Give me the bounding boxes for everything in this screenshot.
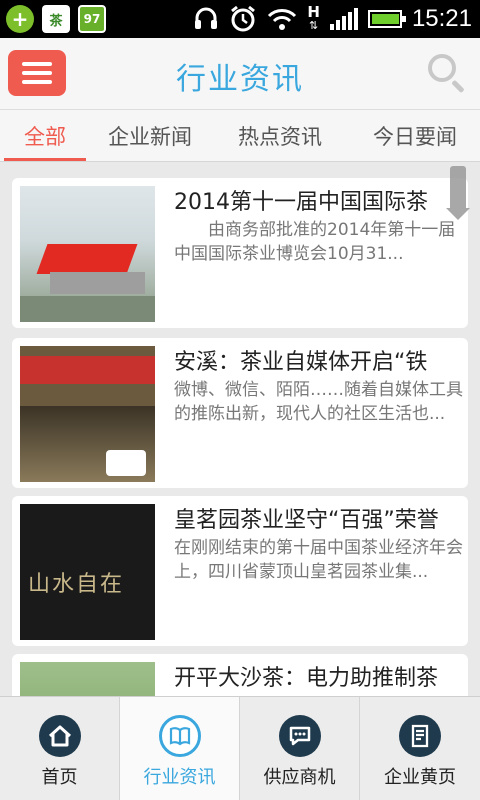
list-item[interactable]: 2014第十一届中国国际茶 由商务部批准的2014年第十一届中国国际茶业博览会1… xyxy=(12,178,468,328)
system-icons: H ⇅ 15:21 xyxy=(193,4,472,34)
scroll-indicator[interactable] xyxy=(446,166,470,220)
nav-yellow-pages[interactable]: 企业黄页 xyxy=(360,697,480,800)
chat-icon xyxy=(279,715,321,757)
hspa-icon: H ⇅ xyxy=(307,3,320,33)
signal-icon xyxy=(329,8,358,30)
article-title: 2014第十一届中国国际茶 xyxy=(174,190,428,215)
nav-label: 首页 xyxy=(41,767,78,788)
category-tabs: 全部 企业新闻 热点资讯 今日要闻 xyxy=(0,110,480,162)
nav-label: 企业黄页 xyxy=(384,767,456,788)
article-list[interactable]: 2014第十一届中国国际茶 由商务部批准的2014年第十一届中国国际茶业博览会1… xyxy=(0,162,480,696)
nav-industry-news[interactable]: 行业资讯 xyxy=(120,697,240,800)
badge-97-icon: 97 xyxy=(78,5,106,33)
nav-home[interactable]: 首页 xyxy=(0,697,120,800)
battery-icon xyxy=(367,10,406,28)
page-title: 行业资讯 xyxy=(176,62,304,97)
list-item[interactable]: 安溪：茶业自媒体开启“铁 微博、微信、陌陌……随着自媒体工具的推陈出新，现代人的… xyxy=(12,338,468,488)
tea-app-icon: 茶 xyxy=(42,5,70,33)
battery-fill xyxy=(371,14,399,24)
article-thumbnail xyxy=(20,346,155,482)
search-icon[interactable] xyxy=(426,52,466,94)
article-summary: 微博、微信、陌陌……随着自媒体工具的推陈出新，现代人的社区生活也... xyxy=(174,380,463,424)
tab-company-news[interactable]: 企业新闻 xyxy=(90,110,210,161)
app-header: 行业资讯 xyxy=(0,38,480,110)
notification-icons: + 茶 97 xyxy=(6,5,106,33)
list-item[interactable]: 开平大沙茶：电力助推制茶 xyxy=(12,654,468,696)
alarm-icon xyxy=(231,5,256,32)
bottom-nav: 首页 行业资讯 供应商机 企业黄页 xyxy=(0,696,480,800)
app-plus-icon: + xyxy=(6,5,34,33)
nav-supply[interactable]: 供应商机 xyxy=(240,697,360,800)
clock: 15:21 xyxy=(411,5,472,32)
network-type-label: H xyxy=(307,3,320,21)
home-icon xyxy=(39,715,81,757)
article-thumbnail: 山水自在 xyxy=(20,504,155,640)
wifi-icon xyxy=(268,9,297,30)
list-item[interactable]: 山水自在 皇茗园茶业坚守“百强”荣誉 在刚刚结束的第十届中国茶业经济年会上，四川… xyxy=(12,496,468,646)
tab-all[interactable]: 全部 xyxy=(0,110,90,161)
article-summary: 由商务部批准的2014年第十一届中国国际茶业博览会10月31... xyxy=(174,220,456,264)
thumbnail-text: 山水自在 xyxy=(28,572,125,597)
article-title: 开平大沙茶：电力助推制茶 xyxy=(174,666,439,691)
article-title: 安溪：茶业自媒体开启“铁 xyxy=(174,350,428,375)
document-icon xyxy=(399,715,441,757)
article-thumbnail xyxy=(20,662,155,696)
book-icon xyxy=(159,715,201,757)
article-thumbnail xyxy=(20,186,155,322)
article-title: 皇茗园茶业坚守“百强”荣誉 xyxy=(174,508,439,533)
nav-label: 供应商机 xyxy=(263,767,336,788)
nav-label: 行业资讯 xyxy=(143,767,216,788)
tab-hot-news[interactable]: 热点资讯 xyxy=(210,110,350,161)
status-bar: + 茶 97 H ⇅ 15:21 xyxy=(0,0,480,38)
tab-today-headlines[interactable]: 今日要闻 xyxy=(350,110,480,161)
article-summary: 在刚刚结束的第十届中国茶业经济年会上，四川省蒙顶山皇茗园茶业集... xyxy=(174,538,463,582)
headset-icon xyxy=(195,7,218,29)
